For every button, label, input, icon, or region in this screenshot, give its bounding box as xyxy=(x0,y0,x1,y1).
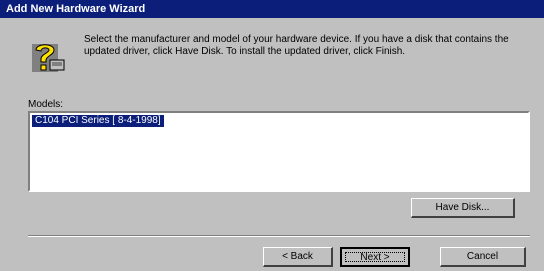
next-button[interactable]: Next > xyxy=(340,247,410,267)
models-label: Models: xyxy=(28,99,64,110)
question-mark-icon xyxy=(28,40,68,76)
list-item[interactable]: C104 PCI Series [ 8-4-1998] xyxy=(32,115,164,127)
separator xyxy=(28,235,530,237)
focus-rectangle xyxy=(345,252,405,262)
title-bar[interactable]: Add New Hardware Wizard xyxy=(0,0,544,18)
window-title: Add New Hardware Wizard xyxy=(6,3,146,15)
instructions-text: Select the manufacturer and model of you… xyxy=(84,34,509,57)
wizard-window: Add New Hardware Wizard Select the manuf… xyxy=(0,0,544,271)
have-disk-button[interactable]: Have Disk... xyxy=(411,198,515,218)
models-listbox[interactable]: C104 PCI Series [ 8-4-1998] xyxy=(28,111,530,192)
back-button[interactable]: < Back xyxy=(263,247,333,267)
cancel-button[interactable]: Cancel xyxy=(440,247,526,267)
